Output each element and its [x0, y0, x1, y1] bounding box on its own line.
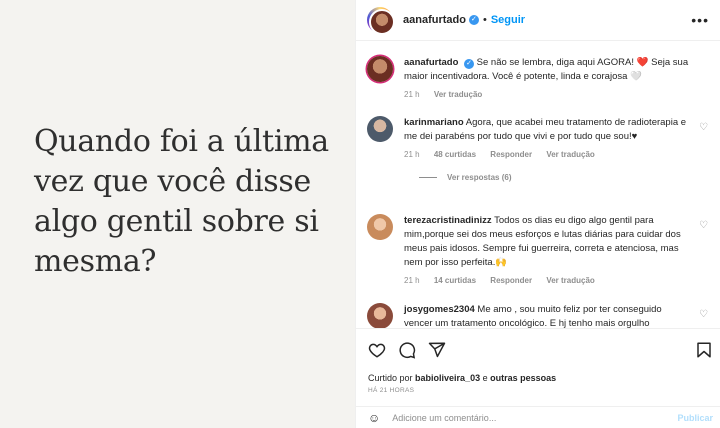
- author-avatar[interactable]: [367, 7, 395, 35]
- author-username[interactable]: aanafurtado: [403, 14, 466, 26]
- verified-icon: ✓: [464, 59, 475, 69]
- comment-time: 21 h: [404, 276, 420, 285]
- reply-button[interactable]: Responder: [490, 150, 532, 159]
- caption-username[interactable]: aanafurtado: [404, 57, 458, 68]
- reply-button[interactable]: Responder: [490, 276, 532, 285]
- add-comment-bar: ☺ Adicione um comentário... Publicar: [356, 406, 720, 428]
- more-options-icon[interactable]: •••: [691, 12, 709, 28]
- publish-button[interactable]: Publicar: [677, 413, 713, 423]
- comment-item: karinmariano Agora, que acabei meu trata…: [367, 116, 712, 182]
- share-icon[interactable]: [428, 341, 446, 364]
- view-replies-button[interactable]: Ver respostas (6): [419, 173, 712, 182]
- emoji-icon[interactable]: ☺: [368, 411, 380, 425]
- comment-time: 21 h: [404, 150, 420, 159]
- follow-button[interactable]: Seguir: [491, 14, 525, 26]
- caption-avatar[interactable]: [367, 56, 393, 82]
- comment-item: josygomes2304 Me amo , sou muito feliz p…: [367, 303, 712, 328]
- caption: aanafurtado ✓ Se não se lembra, diga aqu…: [367, 56, 712, 99]
- like-comment-icon[interactable]: ♡: [699, 220, 708, 231]
- comment-item: terezacristinadinizz Todos os dias eu di…: [367, 214, 712, 285]
- liked-by-user[interactable]: babioliveira_03: [415, 373, 480, 383]
- translate-button[interactable]: Ver tradução: [546, 276, 594, 285]
- post-header: aanafurtado ✓ • Seguir •••: [356, 0, 720, 41]
- comment-username[interactable]: terezacristinadinizz: [404, 215, 492, 226]
- caption-translate[interactable]: Ver tradução: [434, 90, 482, 99]
- comment-input[interactable]: Adicione um comentário...: [392, 413, 496, 423]
- separator-dot: •: [482, 14, 487, 26]
- comment-username[interactable]: josygomes2304: [404, 304, 475, 315]
- post-image: Quando foi a última vez que você disse a…: [0, 0, 355, 428]
- like-comment-icon[interactable]: ♡: [699, 122, 708, 133]
- post-quote: Quando foi a última vez que você disse a…: [34, 124, 329, 279]
- comment-avatar[interactable]: [367, 214, 393, 240]
- comment-avatar[interactable]: [367, 303, 393, 328]
- heart-icon[interactable]: [368, 341, 386, 364]
- comment-username[interactable]: karinmariano: [404, 117, 464, 128]
- bookmark-icon[interactable]: [695, 341, 713, 364]
- comment-icon[interactable]: [398, 341, 416, 364]
- actions-section: Curtido por babioliveira_03 e outras pes…: [356, 328, 720, 428]
- post-panel: aanafurtado ✓ • Seguir ••• aanafurtado ✓…: [355, 0, 720, 428]
- translate-button[interactable]: Ver tradução: [546, 150, 594, 159]
- comment-likes[interactable]: 14 curtidas: [434, 276, 476, 285]
- post-timestamp: HÁ 21 HORAS: [368, 387, 415, 394]
- liked-by-others[interactable]: outras pessoas: [490, 373, 556, 383]
- comment-avatar[interactable]: [367, 116, 393, 142]
- comment-likes[interactable]: 48 curtidas: [434, 150, 476, 159]
- caption-time: 21 h: [404, 90, 420, 99]
- like-comment-icon[interactable]: ♡: [699, 309, 708, 320]
- liked-by: Curtido por babioliveira_03 e outras pes…: [368, 373, 557, 383]
- comments-list[interactable]: aanafurtado ✓ Se não se lembra, diga aqu…: [356, 41, 720, 328]
- verified-icon: ✓: [468, 15, 479, 25]
